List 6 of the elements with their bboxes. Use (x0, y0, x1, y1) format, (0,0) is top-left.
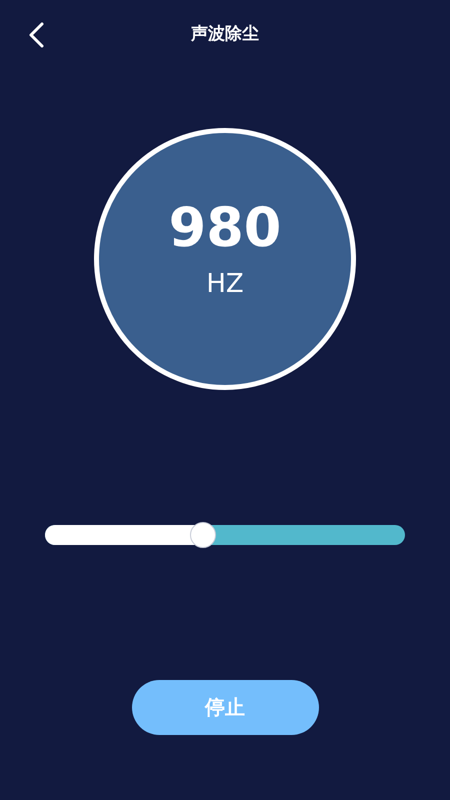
stop-button[interactable]: 停止 (132, 680, 318, 735)
slider-handle[interactable] (190, 522, 216, 548)
screen-title: 声波除尘 (191, 22, 259, 44)
frequency-value: 980 (168, 201, 282, 255)
frequency-unit: HZ (206, 269, 244, 299)
slider-track[interactable] (45, 525, 405, 545)
